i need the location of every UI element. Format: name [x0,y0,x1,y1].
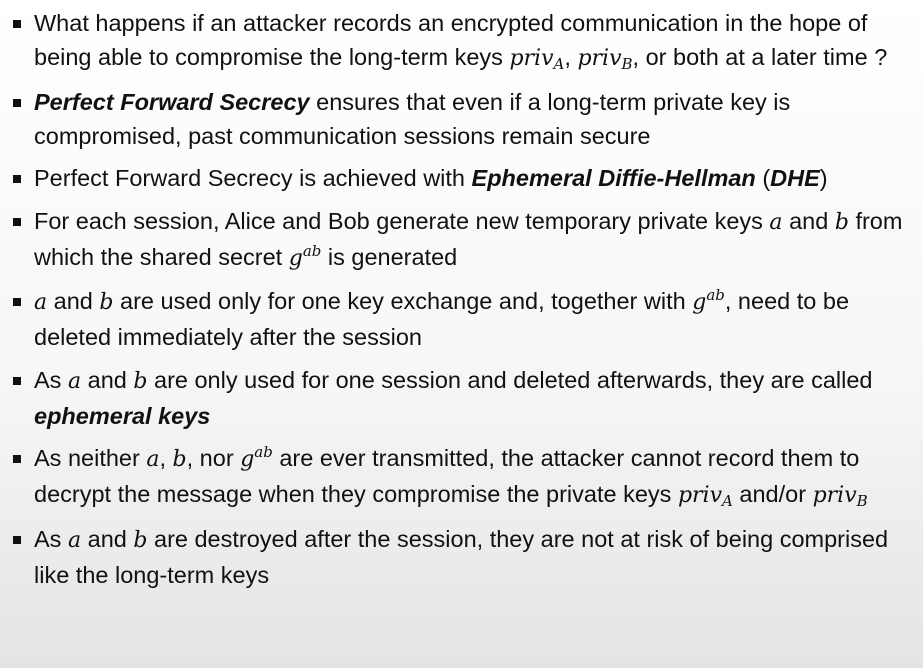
math-expression: gab [240,445,273,473]
bullet-text: , [159,445,173,471]
math-expression: gab [288,243,322,271]
square-bullet-icon [13,298,21,306]
bullet-text: As [34,366,68,393]
bullet-text: ) [819,165,828,191]
slide: What happens if an attacker records an e… [0,0,923,668]
key-term: ephemeral keys [34,402,211,429]
square-bullet-icon [13,376,21,385]
math-expression: privB [577,46,633,73]
square-bullet-icon [13,175,21,183]
math-superscript: ab [302,241,322,260]
math-base: priv [677,483,723,508]
math-base: g [240,447,255,472]
math-expression: gab [692,288,725,316]
key-term: Perfect Forward Secrecy [34,88,310,115]
math-superscript: ab [706,286,725,304]
bullet-text: , [564,44,578,70]
math-base: priv [812,483,857,508]
math-subscript: A [722,492,733,510]
math-base: g [288,245,303,271]
math-expression: a [68,369,81,394]
math-base: priv [509,46,554,71]
math-expression: b [173,447,187,472]
bullet-text: and/or [732,481,813,507]
math-base: b [834,209,849,235]
bullet-text: and [47,288,100,314]
math-base: a [146,447,160,472]
math-base: b [99,290,114,315]
square-bullet-icon [13,20,21,28]
math-subscript: A [553,55,565,73]
bullet-item: As a and b are only used for one session… [10,363,913,433]
bullet-item: What happens if an attacker records an e… [10,6,913,76]
math-expression: b [133,369,147,394]
square-bullet-icon [13,217,21,226]
math-expression: a [146,447,159,472]
math-expression: a [769,210,782,235]
bullet-text: , or both at a later time ? [632,44,888,70]
math-subscript: B [621,55,633,73]
math-base: b [133,368,148,394]
bullet-text: are used only for one key exchange and, … [113,288,693,314]
math-base: priv [577,46,622,71]
bullet-text: Perfect Forward Secrecy is achieved with [34,165,472,191]
math-expression: privA [509,46,565,73]
bullet-text: ( [755,165,771,191]
math-expression: b [835,210,849,235]
math-base: a [769,209,783,235]
math-base: a [67,368,82,394]
math-expression: a [68,528,81,553]
bullet-text: are only used for one session and delete… [147,366,873,393]
bullet-text: As [34,525,68,552]
key-term: Ephemeral Diffie-Hellman [471,165,756,191]
math-base: b [172,447,187,472]
math-expression: privA [677,483,733,510]
bullet-text: , nor [186,445,241,471]
math-expression: b [99,290,113,315]
bullet-item: As a and b are destroyed after the sessi… [10,522,913,592]
math-expression: b [133,528,147,553]
math-expression: a [34,290,47,315]
square-bullet-icon [13,455,21,463]
bullet-item: Perfect Forward Secrecy ensures that eve… [10,85,913,153]
square-bullet-icon [13,535,21,544]
bullet-text: and [81,366,134,393]
bullet-item: Perfect Forward Secrecy is achieved with… [10,161,913,195]
key-term: DHE [770,165,820,191]
math-superscript: ab [254,443,273,461]
math-subscript: B [856,492,868,510]
bullet-text: and [782,207,835,234]
bullet-item: As neither a, b, nor gab are ever transm… [10,441,913,513]
bullet-text: and [81,525,134,552]
bullet-list: What happens if an attacker records an e… [10,6,913,592]
bullet-text: are destroyed after the session, they ar… [34,525,889,588]
bullet-item: a and b are used only for one key exchan… [10,284,913,354]
math-base: b [133,527,148,553]
bullet-text: As neither [34,445,147,471]
bullet-text: is generated [321,243,458,270]
bullet-text: For each session, Alice and Bob generate… [34,207,770,234]
math-base: a [34,290,48,315]
math-expression: privB [812,483,868,510]
math-base: a [67,527,82,553]
math-base: g [692,290,707,315]
square-bullet-icon [13,98,21,107]
bullet-item: For each session, Alice and Bob generate… [10,204,913,276]
